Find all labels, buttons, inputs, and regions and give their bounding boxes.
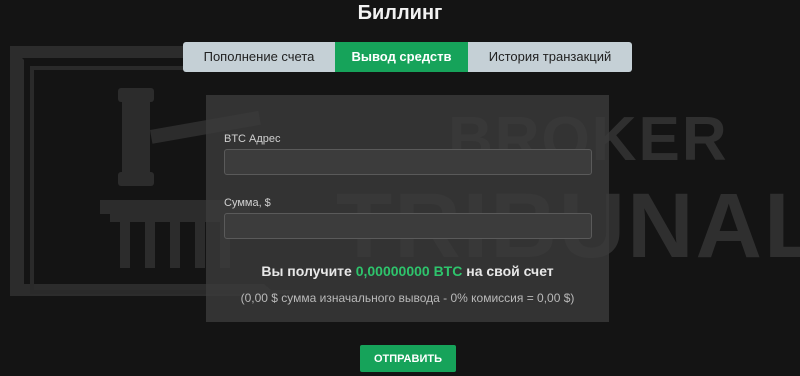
- tab-transaction-history[interactable]: История транзакций: [468, 42, 632, 72]
- amount-input[interactable]: [224, 213, 592, 239]
- receive-amount: 0,00000000 BTC: [355, 263, 463, 279]
- receive-summary: Вы получите 0,00000000 BTC на свой счет: [206, 263, 609, 279]
- submit-button[interactable]: ОТПРАВИТЬ: [360, 345, 456, 372]
- btc-address-input[interactable]: [224, 149, 592, 175]
- btc-address-label: BTC Адрес: [224, 133, 281, 145]
- amount-label: Сумма, $: [224, 197, 271, 209]
- tab-deposit[interactable]: Пополнение счета: [183, 42, 335, 72]
- billing-tabs: Пополнение счета Вывод средств История т…: [183, 42, 632, 72]
- page-title: Биллинг: [357, 2, 443, 24]
- receive-prefix: Вы получите: [261, 263, 352, 279]
- receive-suffix: на свой счет: [466, 263, 554, 279]
- tab-withdraw[interactable]: Вывод средств: [335, 42, 468, 72]
- fee-breakdown: (0,00 $ сумма изначального вывода - 0% к…: [240, 291, 575, 305]
